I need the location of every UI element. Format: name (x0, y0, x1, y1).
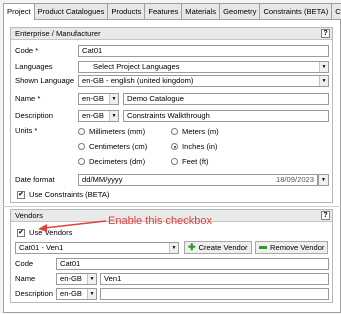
annotation-arrow-icon (38, 220, 107, 232)
tab-project[interactable]: Project (3, 3, 35, 20)
